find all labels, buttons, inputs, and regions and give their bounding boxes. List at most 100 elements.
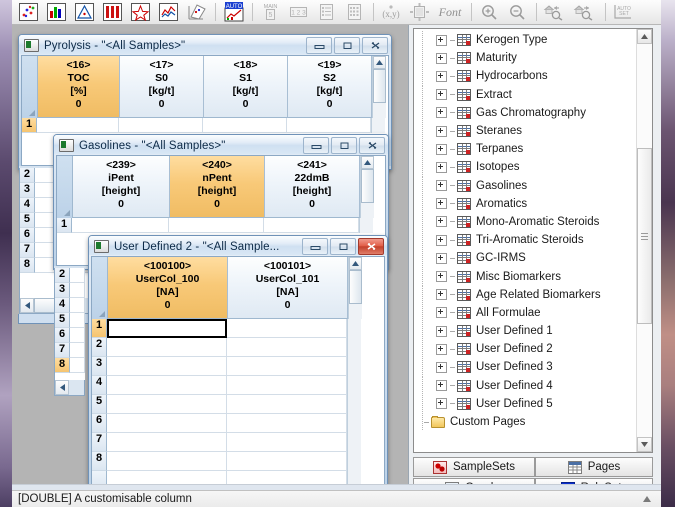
scroll-down-button[interactable] (637, 437, 652, 452)
grid-body-user-defined-2[interactable]: 12345678 (92, 319, 384, 487)
row-header[interactable]: 5 (92, 395, 107, 414)
grid-corner[interactable] (22, 56, 38, 118)
grid-cell[interactable] (227, 395, 347, 414)
row-header[interactable]: 7 (92, 433, 107, 452)
row-header[interactable]: 2 (92, 338, 107, 357)
table-row[interactable]: 7 (55, 343, 85, 358)
tree-node-user-defined-5[interactable]: User Defined 5 (414, 394, 652, 413)
column-header[interactable]: <239> iPent [height] 0 (73, 156, 170, 218)
scrollbar-track[interactable] (373, 69, 386, 118)
table-row[interactable]: 7 (92, 433, 384, 452)
expand-toggle-icon[interactable] (436, 343, 447, 355)
expand-toggle-icon[interactable] (436, 52, 447, 64)
grid-cell[interactable] (227, 319, 347, 338)
column-header[interactable]: <241> 22dmB [height] 0 (265, 156, 360, 218)
horizontal-scrollbar-gasolines[interactable] (54, 380, 85, 396)
scroll-up-button[interactable] (373, 56, 386, 69)
expand-toggle-icon[interactable] (436, 143, 447, 155)
scrollbar-thumb[interactable] (373, 69, 386, 103)
row-header[interactable]: 3 (92, 357, 107, 376)
row-header[interactable]: 7 (20, 243, 35, 258)
expand-toggle-icon[interactable] (436, 289, 447, 301)
tree-node-misc-biomarkers[interactable]: Misc Biomarkers (414, 267, 652, 286)
scrollbar-track[interactable] (361, 169, 374, 218)
table-row[interactable]: 5 (92, 395, 384, 414)
tree-node-steranes[interactable]: Steranes (414, 121, 652, 141)
column-header[interactable]: <100100> UserCol_100 [NA] 0 (108, 257, 228, 319)
grid-user-defined-2[interactable]: <100100> UserCol_100 [NA] 0 <100101> Use… (91, 256, 385, 488)
tree-node-gas-chromatography[interactable]: Gas Chromatography (414, 103, 652, 122)
expand-toggle-icon[interactable] (436, 252, 447, 264)
titlebar-gasolines[interactable]: Gasolines - "<All Samples>" (54, 135, 388, 154)
grid-body-gasolines[interactable]: 2345678 (54, 268, 85, 380)
expand-toggle-icon[interactable] (436, 161, 447, 173)
row-header[interactable]: 6 (55, 328, 70, 343)
close-button[interactable] (362, 37, 388, 54)
titlebar-user-defined-2[interactable]: User Defined 2 - "<All Sample... (89, 236, 387, 255)
table-row[interactable]: 2 (92, 338, 384, 357)
grid-cell[interactable] (227, 433, 347, 452)
auto-chart-icon[interactable]: AUTO (220, 0, 247, 24)
grid-cell[interactable] (72, 218, 169, 233)
minimize-button[interactable] (303, 137, 329, 154)
table-row[interactable]: 2 (55, 268, 85, 283)
expand-toggle-icon[interactable] (436, 234, 447, 246)
row-header[interactable]: 5 (55, 313, 70, 328)
expand-toggle-icon[interactable] (436, 271, 447, 283)
tree-node-age-related-biomarkers[interactable]: Age Related Biomarkers (414, 285, 652, 304)
table-row[interactable]: 8 (55, 358, 85, 373)
row-header[interactable]: 2 (55, 268, 70, 283)
expand-toggle-icon[interactable] (436, 34, 447, 46)
scrollbar-track[interactable] (637, 44, 652, 437)
tree-node-hydrocarbons[interactable]: Hydrocarbons (414, 67, 652, 86)
scrollbar-thumb[interactable] (349, 270, 362, 304)
row-header[interactable]: 8 (55, 358, 70, 373)
grid-cell[interactable] (227, 414, 347, 433)
vertical-scrollbar[interactable] (372, 56, 386, 118)
tree-node-maturity[interactable]: Maturity (414, 49, 652, 68)
tree-node-isotopes[interactable]: Isotopes (414, 158, 652, 177)
table-row[interactable]: 4 (55, 298, 85, 313)
scrollbar-thumb[interactable] (637, 148, 652, 324)
minimize-button[interactable] (306, 37, 332, 54)
grid-corner[interactable] (57, 156, 73, 218)
grid-cell[interactable] (70, 343, 85, 358)
grid-cell[interactable] (119, 118, 203, 133)
tree-node-kerogen-type[interactable]: Kerogen Type (414, 31, 652, 50)
table-row[interactable]: 8 (92, 452, 384, 471)
column-header[interactable]: <240> nPent [height] 0 (170, 156, 265, 218)
table-row[interactable]: 6 (92, 414, 384, 433)
table-row[interactable]: 4 (92, 376, 384, 395)
pages-tree[interactable]: Kerogen Type Maturity Hydrocarbons Extract G… (413, 28, 653, 453)
table-row[interactable]: 3 (55, 283, 85, 298)
tree-node-all-formulae[interactable]: All Formulae (414, 303, 652, 322)
row-header[interactable]: 6 (20, 228, 35, 243)
row-header[interactable]: 4 (92, 376, 107, 395)
grid-cell[interactable] (227, 452, 347, 471)
grid-cell[interactable] (227, 338, 347, 357)
ternary-plot-icon[interactable] (71, 0, 98, 24)
expand-toggle-icon[interactable] (436, 398, 447, 410)
tree-node-custom-pages[interactable]: Custom Pages (414, 412, 652, 432)
scroll-up-button[interactable] (637, 29, 652, 44)
table-row[interactable]: 6 (55, 328, 85, 343)
row-header[interactable]: 5 (20, 213, 35, 228)
row-header[interactable]: 6 (92, 414, 107, 433)
grid-cell[interactable] (227, 376, 347, 395)
grid-cell[interactable] (107, 395, 227, 414)
tree-node-user-defined-2[interactable]: User Defined 2 (414, 340, 652, 359)
grid-cell[interactable] (107, 319, 227, 338)
dock-button-pages[interactable]: Pages (535, 457, 653, 477)
minimize-button[interactable] (302, 238, 328, 255)
grid-cell[interactable] (70, 313, 85, 328)
maximize-button[interactable] (334, 37, 360, 54)
maximize-button[interactable] (331, 137, 357, 154)
line-chart-icon[interactable] (155, 0, 182, 24)
row-header[interactable]: 2 (20, 168, 35, 183)
grid-cell[interactable] (287, 118, 371, 133)
column-bars-icon[interactable] (99, 0, 126, 24)
maximize-button[interactable] (330, 238, 356, 255)
expand-toggle-icon[interactable] (436, 380, 447, 392)
tree-node-aromatics[interactable]: Aromatics (414, 194, 652, 213)
grid-cell[interactable] (70, 283, 85, 298)
